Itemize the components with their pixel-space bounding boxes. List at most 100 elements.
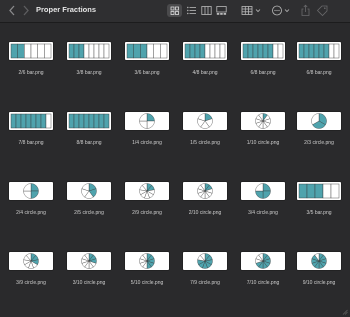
bar-segment-empty <box>93 43 100 59</box>
bar-segment-empty <box>204 43 211 59</box>
group-by-menu[interactable] <box>241 4 263 17</box>
file-thumbnail[interactable] <box>297 252 341 270</box>
bar-segment-filled <box>73 113 80 129</box>
action-menu-icon <box>272 5 290 16</box>
grid-view-button[interactable] <box>167 4 182 17</box>
bar-segment-filled <box>78 43 85 59</box>
file-thumbnail[interactable] <box>241 182 285 200</box>
pie-slice-empty <box>23 190 32 199</box>
share-icon <box>301 4 310 16</box>
bar-segment-empty <box>98 43 105 59</box>
bar-segment-filled <box>68 113 75 129</box>
bar-segment-filled <box>189 43 196 59</box>
file-thumbnail[interactable] <box>9 42 53 60</box>
bar-segment-filled <box>313 43 320 59</box>
column-view-button[interactable] <box>201 4 212 17</box>
bar-segment-filled <box>10 113 17 129</box>
bar-segment-filled <box>35 113 42 129</box>
bar-segment-empty <box>209 43 216 59</box>
file-thumbnail[interactable] <box>125 182 169 200</box>
file-thumbnail[interactable] <box>241 42 285 60</box>
fraction-bar-graphic <box>242 43 284 59</box>
bar-segment-empty <box>153 43 161 59</box>
bar-segment-filled <box>73 43 80 59</box>
fraction-bar-graphic <box>184 43 226 59</box>
bar-segment-filled <box>308 43 315 59</box>
fraction-circle-graphic <box>23 183 39 199</box>
file-thumbnail[interactable] <box>125 252 169 270</box>
file-thumbnail[interactable] <box>9 112 53 130</box>
bar-segment-empty <box>272 43 279 59</box>
bar-segment-filled <box>68 43 75 59</box>
file-thumbnail[interactable] <box>297 112 341 130</box>
bar-segment-filled <box>30 113 37 129</box>
bar-segment-empty <box>219 43 226 59</box>
pie-slice-filled <box>255 190 264 199</box>
file-name[interactable]: 2/3 circle.png <box>285 140 350 146</box>
fraction-circle-graphic <box>81 253 97 269</box>
action-menu[interactable] <box>271 4 293 17</box>
pie-slice-empty <box>146 120 155 129</box>
bar-segment-filled <box>306 183 316 199</box>
file-thumbnail[interactable] <box>67 252 111 270</box>
list-view-button[interactable] <box>186 4 197 17</box>
file-thumbnail[interactable] <box>241 252 285 270</box>
resize-grip-icon[interactable] <box>342 309 348 315</box>
fraction-circle-graphic <box>197 183 213 199</box>
bar-segment-empty <box>88 43 95 59</box>
bar-segment-filled <box>25 113 32 129</box>
bar-segment-filled <box>247 43 254 59</box>
file-thumbnail[interactable] <box>67 42 111 60</box>
bar-segment-empty <box>322 183 332 199</box>
file-thumbnail[interactable] <box>183 42 227 60</box>
file-thumbnail[interactable] <box>9 252 53 270</box>
file-thumbnail[interactable] <box>183 252 227 270</box>
bar-segment-filled <box>242 43 249 59</box>
grid-view-icon <box>170 6 179 15</box>
file-thumbnail[interactable] <box>183 112 227 130</box>
file-thumbnail[interactable] <box>9 182 53 200</box>
file-thumbnail[interactable] <box>183 182 227 200</box>
file-thumbnail[interactable] <box>297 182 341 200</box>
pie-slice-empty <box>139 113 148 122</box>
fraction-circle-graphic <box>255 183 271 199</box>
bar-segment-empty <box>30 43 38 59</box>
bar-segment-filled <box>15 113 22 129</box>
bar-segment-filled <box>10 43 18 59</box>
file-thumbnail[interactable] <box>241 112 285 130</box>
pie-slice-filled <box>262 190 271 199</box>
fraction-bar-graphic <box>298 43 340 59</box>
bar-segment-filled <box>140 43 148 59</box>
fraction-bar-graphic <box>126 43 168 59</box>
bar-segment-empty <box>103 43 110 59</box>
bar-segment-empty <box>44 43 52 59</box>
file-name[interactable]: 9/10 circle.png <box>285 280 350 286</box>
bar-segment-filled <box>194 43 201 59</box>
bar-segment-filled <box>323 43 330 59</box>
bar-segment-filled <box>252 43 259 59</box>
gallery-view-button[interactable] <box>216 4 227 17</box>
bar-segment-empty <box>277 43 284 59</box>
chevron-left-icon[interactable] <box>7 4 17 17</box>
file-thumbnail[interactable] <box>125 42 169 60</box>
bar-segment-empty <box>333 43 340 59</box>
file-thumbnail[interactable] <box>67 182 111 200</box>
share-button[interactable] <box>300 4 311 17</box>
bar-segment-filled <box>314 183 324 199</box>
fraction-circle-graphic <box>197 253 213 269</box>
file-thumbnail[interactable] <box>67 112 111 130</box>
tag-button[interactable] <box>316 4 329 17</box>
window-title: Proper Fractions <box>36 5 97 14</box>
file-name[interactable]: 3/5 bar.png <box>285 210 350 216</box>
bar-segment-filled <box>184 43 191 59</box>
fraction-circle-graphic <box>23 253 39 269</box>
fraction-circle-graphic <box>139 113 155 129</box>
file-thumbnail[interactable] <box>297 42 341 60</box>
toolbar: Proper Fractions <box>0 0 350 23</box>
bar-segment-empty <box>83 43 90 59</box>
file-name[interactable]: 6/8 bar.png <box>285 70 350 76</box>
fraction-circle-graphic <box>139 253 155 269</box>
file-thumbnail[interactable] <box>125 112 169 130</box>
chevron-right-icon[interactable] <box>21 4 31 17</box>
bar-segment-empty <box>214 43 221 59</box>
